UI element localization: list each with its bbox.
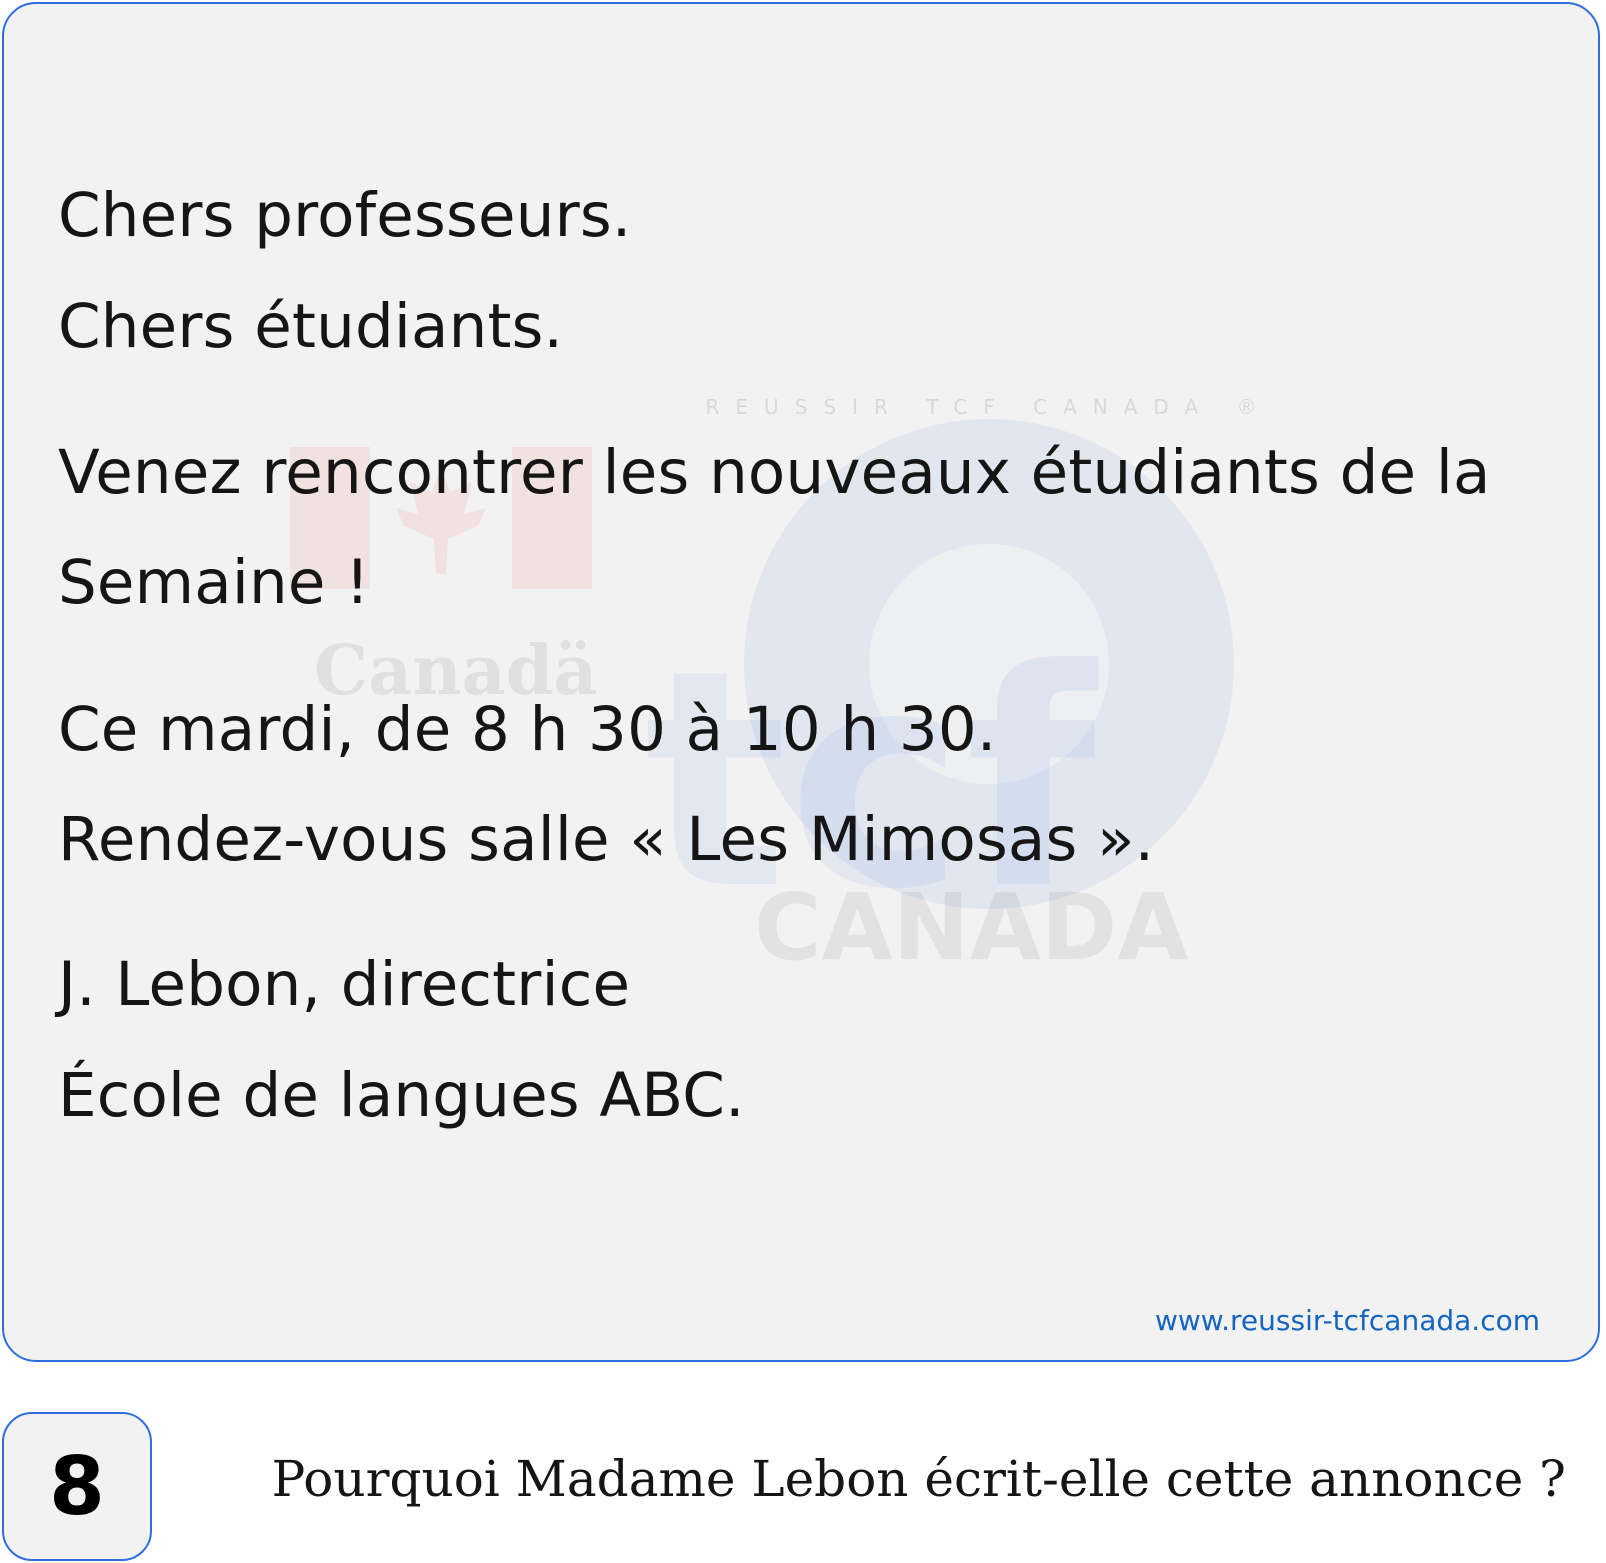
greeting-students: Chers étudiants. [58,291,564,362]
signature-name: J. Lebon, directrice [58,949,631,1020]
location-line: Rendez-vous salle « Les Mimosas ». [58,804,1155,875]
greeting-professors: Chers professeurs. [58,180,632,251]
question-text: Pourquoi Madame Lebon écrit-elle cette a… [271,1450,1566,1508]
tcf-logo-letters: tcf [644,606,1101,955]
announcement-card: Canadä REUSSIR TCF CANADA ® tcf CANADA C… [2,2,1600,1362]
schedule-line: Ce mardi, de 8 h 30 à 10 h 30. [58,694,997,765]
notice-body-line-1: Venez rencontrer les nouveaux étudiants … [58,437,1491,508]
notice-body-line-2: Semaine ! [58,547,370,618]
question-number-badge: 8 [2,1412,152,1561]
website-link[interactable]: www.reussir-tcfcanada.com [1155,1304,1540,1337]
watermark-ring-text: REUSSIR TCF CANADA ® [706,395,1273,419]
tcf-logo-country: CANADA [754,874,1188,981]
signature-organization: École de langues ABC. [58,1060,745,1131]
